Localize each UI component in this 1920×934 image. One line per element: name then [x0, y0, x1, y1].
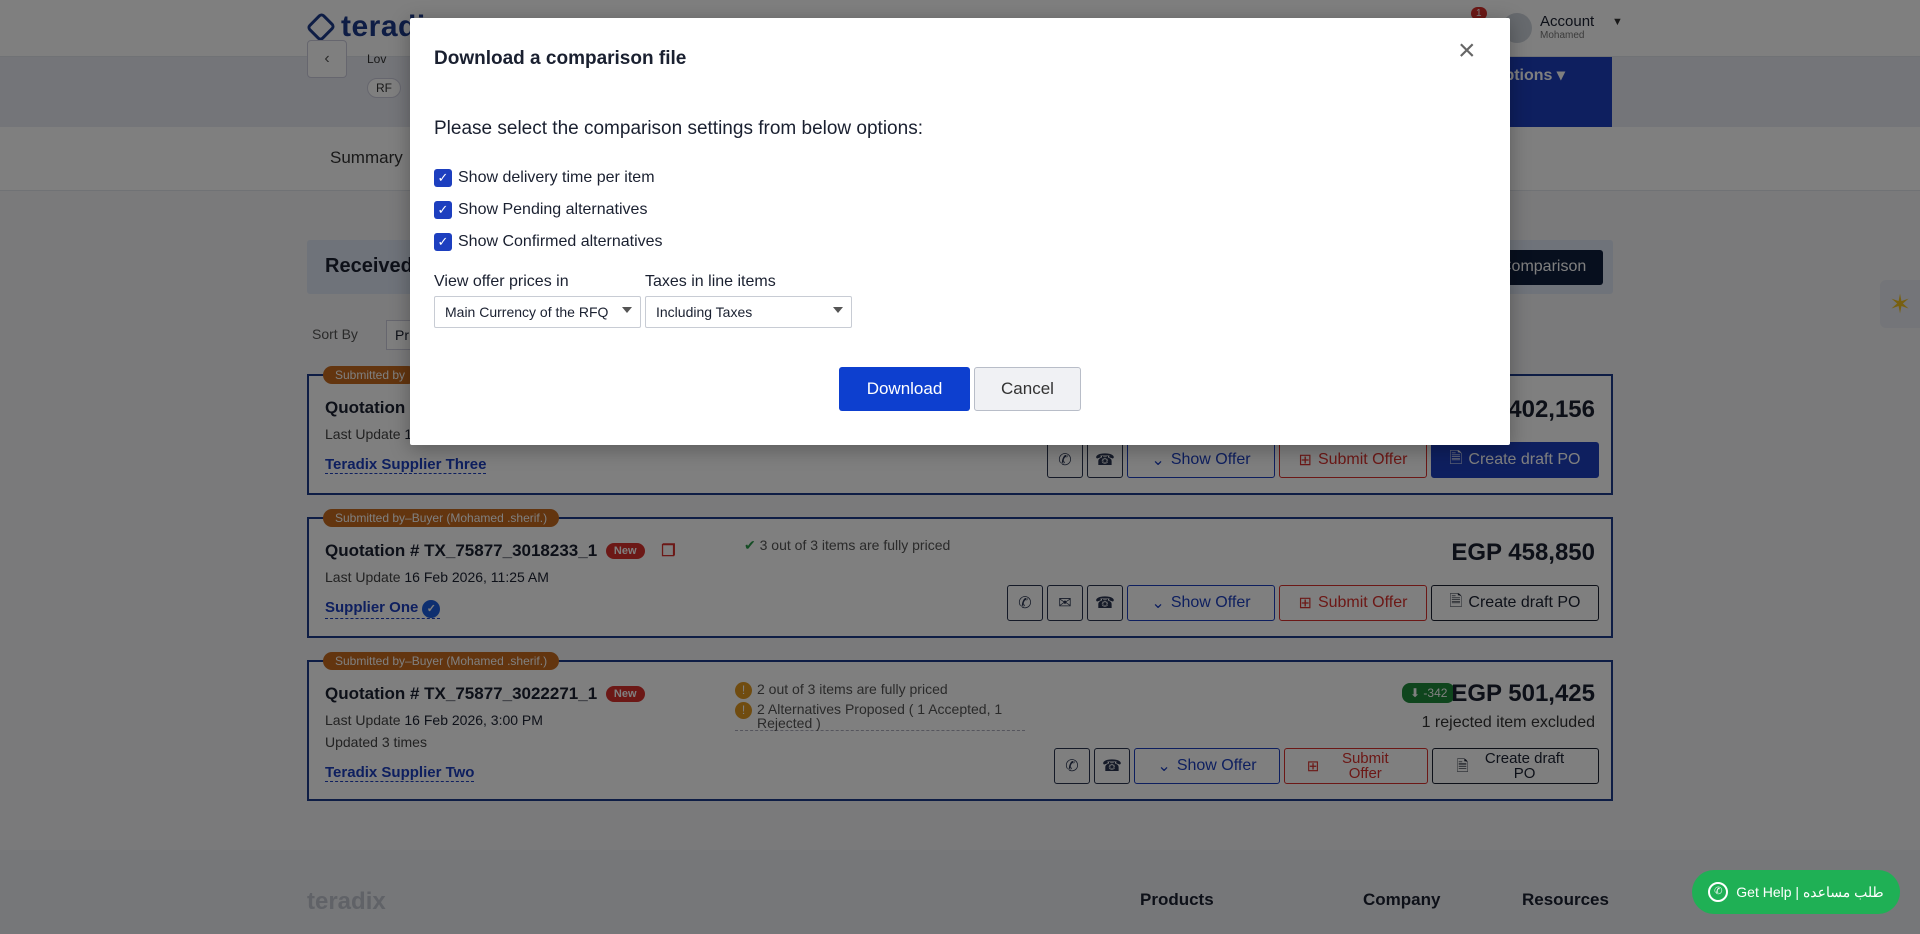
- price-view-label: View offer prices in: [434, 273, 569, 290]
- checkbox-label: Show Pending alternatives: [458, 201, 648, 218]
- taxes-select[interactable]: Including Taxes: [645, 296, 852, 328]
- get-help-label: Get Help | طلب مساعده: [1736, 883, 1884, 900]
- price-view-select[interactable]: Main Currency of the RFQ: [434, 296, 641, 328]
- checkbox-label: Show delivery time per item: [458, 169, 655, 186]
- checkbox-checked-icon[interactable]: ✓: [434, 201, 452, 219]
- modal-subtitle: Please select the comparison settings fr…: [434, 118, 923, 139]
- whatsapp-icon: ✆: [1708, 882, 1729, 902]
- taxes-value: Including Taxes: [656, 304, 753, 320]
- checkbox-label: Show Confirmed alternatives: [458, 233, 663, 250]
- caret-down-icon: [833, 307, 843, 313]
- get-help-button[interactable]: ✆ Get Help | طلب مساعده: [1692, 870, 1900, 914]
- caret-down-icon: [622, 307, 632, 313]
- modal-title: Download a comparison file: [434, 48, 687, 69]
- checkbox-pending-alternatives[interactable]: ✓ Show Pending alternatives: [434, 201, 647, 219]
- taxes-label: Taxes in line items: [645, 273, 776, 290]
- download-button[interactable]: Download: [839, 367, 970, 411]
- checkbox-delivery-time[interactable]: ✓ Show delivery time per item: [434, 169, 655, 187]
- close-icon[interactable]: ×: [1458, 36, 1476, 66]
- checkbox-checked-icon[interactable]: ✓: [434, 233, 452, 251]
- download-comparison-modal: Download a comparison file × Please sele…: [410, 18, 1510, 445]
- price-view-value: Main Currency of the RFQ: [445, 304, 609, 320]
- checkbox-confirmed-alternatives[interactable]: ✓ Show Confirmed alternatives: [434, 233, 663, 251]
- checkbox-checked-icon[interactable]: ✓: [434, 169, 452, 187]
- cancel-button[interactable]: Cancel: [974, 367, 1081, 411]
